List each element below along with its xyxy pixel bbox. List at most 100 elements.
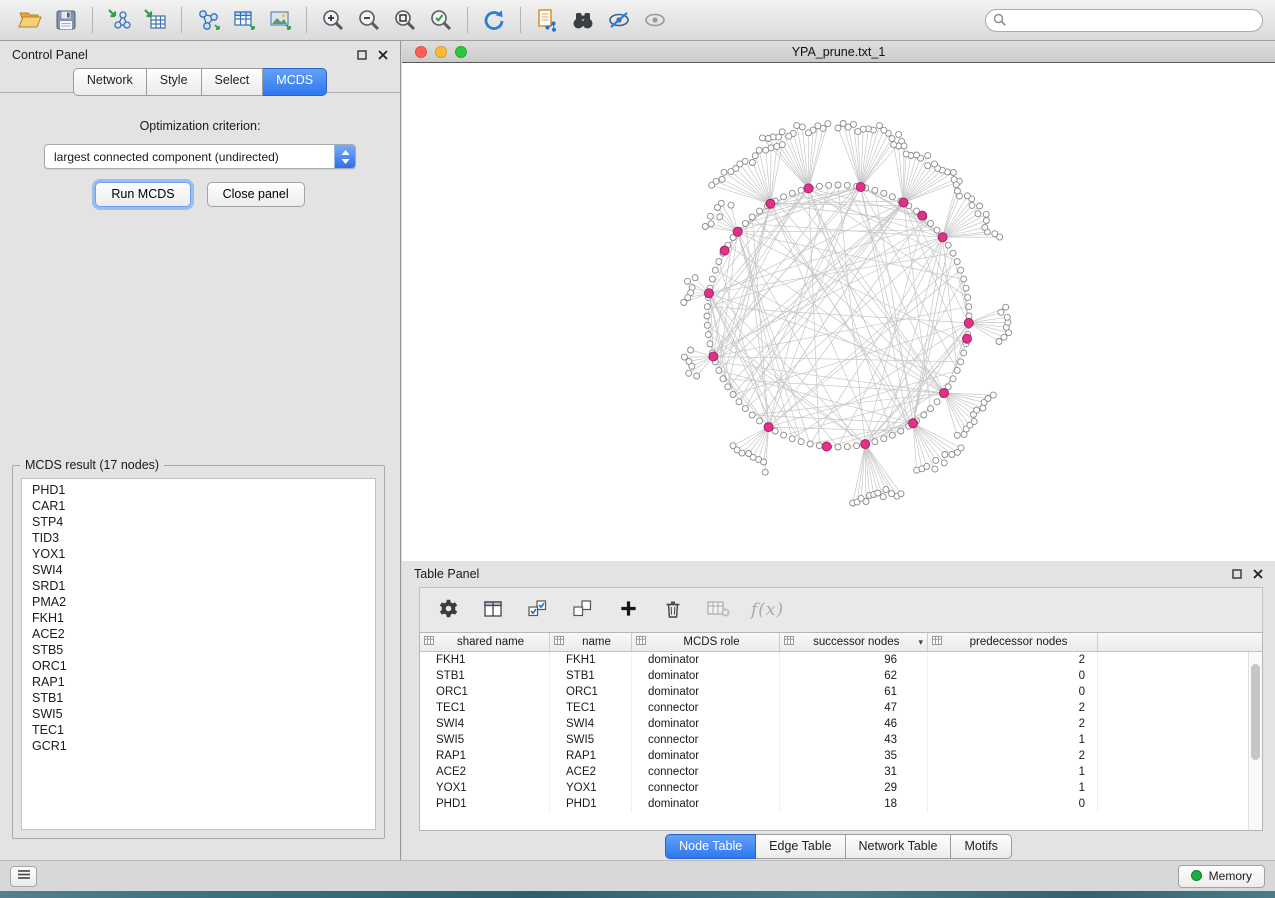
mcds-result-item[interactable]: YOX1 — [22, 546, 375, 562]
mcds-result-item[interactable]: SWI5 — [22, 706, 375, 722]
close-panel-button[interactable]: Close panel — [207, 182, 305, 207]
select-all-button[interactable] — [526, 598, 550, 622]
mcds-result-item[interactable]: STB5 — [22, 642, 375, 658]
deselect-all-button[interactable] — [571, 598, 595, 622]
mcds-result-item[interactable]: GCR1 — [22, 738, 375, 754]
add-column-button[interactable] — [616, 598, 640, 622]
delete-table-button[interactable] — [706, 598, 730, 622]
mcds-result-item[interactable]: RAP1 — [22, 674, 375, 690]
mcds-result-item[interactable]: TID3 — [22, 530, 375, 546]
run-mcds-button[interactable]: Run MCDS — [95, 182, 190, 207]
tab-node-table[interactable]: Node Table — [665, 834, 756, 859]
new-network-button[interactable] — [190, 4, 226, 36]
zoom-selected-button[interactable] — [423, 4, 459, 36]
column-header-successor-nodes[interactable]: successor nodes ▾ — [780, 633, 928, 651]
memory-button[interactable]: Memory — [1178, 865, 1265, 888]
mcds-result-item[interactable]: PHD1 — [22, 482, 375, 498]
mcds-result-item[interactable]: ACE2 — [22, 626, 375, 642]
toolbar-separator — [467, 7, 468, 33]
table-row[interactable]: ORC1ORC1dominator610 — [420, 684, 1262, 700]
column-header-name[interactable]: name — [550, 633, 632, 651]
mcds-result-item[interactable]: STP4 — [22, 514, 375, 530]
column-header-predecessor-nodes[interactable]: predecessor nodes — [928, 633, 1098, 651]
mcds-result-item[interactable]: ORC1 — [22, 658, 375, 674]
mcds-result-item[interactable]: CAR1 — [22, 498, 375, 514]
mcds-result-item[interactable]: STB1 — [22, 690, 375, 706]
tab-mcds[interactable]: MCDS — [263, 68, 327, 96]
table-row[interactable]: YOX1YOX1connector291 — [420, 780, 1262, 796]
find-button[interactable] — [565, 4, 601, 36]
column-settings-button[interactable] — [436, 598, 460, 622]
table-row[interactable]: STB1STB1dominator620 — [420, 668, 1262, 684]
network-canvas[interactable] — [402, 63, 1275, 561]
cell-mcds-role: dominator — [632, 748, 780, 764]
mcds-result-item[interactable]: SWI4 — [22, 562, 375, 578]
hide-details-button[interactable] — [601, 4, 637, 36]
table-row[interactable]: TEC1TEC1connector472 — [420, 700, 1262, 716]
tab-network[interactable]: Network — [73, 68, 147, 96]
minimize-window-icon[interactable] — [435, 46, 447, 58]
image-icon — [267, 7, 293, 33]
new-table-button[interactable] — [226, 4, 262, 36]
maximize-window-icon[interactable] — [455, 46, 467, 58]
cell-predecessor-nodes: 0 — [928, 684, 1098, 700]
cell-name: TEC1 — [550, 700, 632, 716]
tab-network-table[interactable]: Network Table — [846, 834, 952, 859]
tab-style[interactable]: Style — [147, 68, 202, 96]
application-window: Control Panel Network Style Select MCDS … — [0, 0, 1275, 898]
node-layer[interactable] — [681, 121, 1012, 507]
export-network-button[interactable] — [529, 4, 565, 36]
desktop-background — [0, 891, 1275, 898]
zoom-fit-button[interactable] — [387, 4, 423, 36]
open-folder-icon — [17, 7, 43, 33]
function-builder-button[interactable]: f(x) — [751, 598, 784, 622]
delete-column-button[interactable] — [661, 598, 685, 622]
table-row[interactable]: FKH1FKH1dominator962 — [420, 652, 1262, 668]
export-image-button[interactable] — [262, 4, 298, 36]
zoom-in-button[interactable] — [315, 4, 351, 36]
columns-icon — [483, 599, 503, 622]
mcds-result-item[interactable]: PMA2 — [22, 594, 375, 610]
search-icon — [993, 13, 1007, 30]
mcds-result-item[interactable]: FKH1 — [22, 610, 375, 626]
refresh-button[interactable] — [476, 4, 512, 36]
zoom-out-button[interactable] — [351, 4, 387, 36]
scrollbar-thumb[interactable] — [1251, 664, 1260, 760]
table-scrollbar[interactable] — [1248, 652, 1262, 830]
table-row[interactable]: RAP1RAP1dominator352 — [420, 748, 1262, 764]
table-row[interactable]: PHD1PHD1dominator180 — [420, 796, 1262, 812]
column-grip-icon — [554, 636, 564, 648]
search-input[interactable] — [985, 9, 1263, 32]
column-header-shared-name[interactable]: shared name — [420, 633, 550, 651]
close-panel-icon[interactable] — [378, 50, 388, 60]
mcds-result-list[interactable]: PHD1CAR1STP4TID3YOX1SWI4SRD1PMA2FKH1ACE2… — [21, 478, 376, 830]
mcds-result-item[interactable]: SRD1 — [22, 578, 375, 594]
import-network-button[interactable] — [101, 4, 137, 36]
network-graph[interactable] — [402, 63, 1275, 561]
optimization-criterion-select[interactable]: largest connected component (undirected) — [44, 144, 356, 169]
table-row[interactable]: SWI5SWI5connector431 — [420, 732, 1262, 748]
tab-edge-table[interactable]: Edge Table — [756, 834, 845, 859]
float-panel-icon[interactable] — [357, 50, 367, 60]
show-hide-columns-button[interactable] — [481, 598, 505, 622]
close-window-icon[interactable] — [415, 46, 427, 58]
save-button[interactable] — [48, 4, 84, 36]
table-row[interactable]: ACE2ACE2connector311 — [420, 764, 1262, 780]
panel-menu-button[interactable] — [10, 866, 37, 887]
close-table-panel-icon[interactable] — [1253, 569, 1263, 579]
show-details-button[interactable] — [637, 4, 673, 36]
open-button[interactable] — [12, 4, 48, 36]
mcds-result-item[interactable]: TEC1 — [22, 722, 375, 738]
cell-predecessor-nodes: 1 — [928, 780, 1098, 796]
control-panel-header: Control Panel — [0, 41, 400, 68]
list-icon — [17, 869, 31, 883]
column-header-mcds-role[interactable]: MCDS role — [632, 633, 780, 651]
cell-successor-nodes: 31 — [780, 764, 928, 780]
tab-select[interactable]: Select — [202, 68, 264, 96]
float-table-panel-icon[interactable] — [1232, 569, 1242, 579]
cell-mcds-role: connector — [632, 700, 780, 716]
tab-motifs[interactable]: Motifs — [951, 834, 1011, 859]
network-window-titlebar[interactable]: YPA_prune.txt_1 — [402, 41, 1275, 63]
import-table-button[interactable] — [137, 4, 173, 36]
table-row[interactable]: SWI4SWI4dominator462 — [420, 716, 1262, 732]
